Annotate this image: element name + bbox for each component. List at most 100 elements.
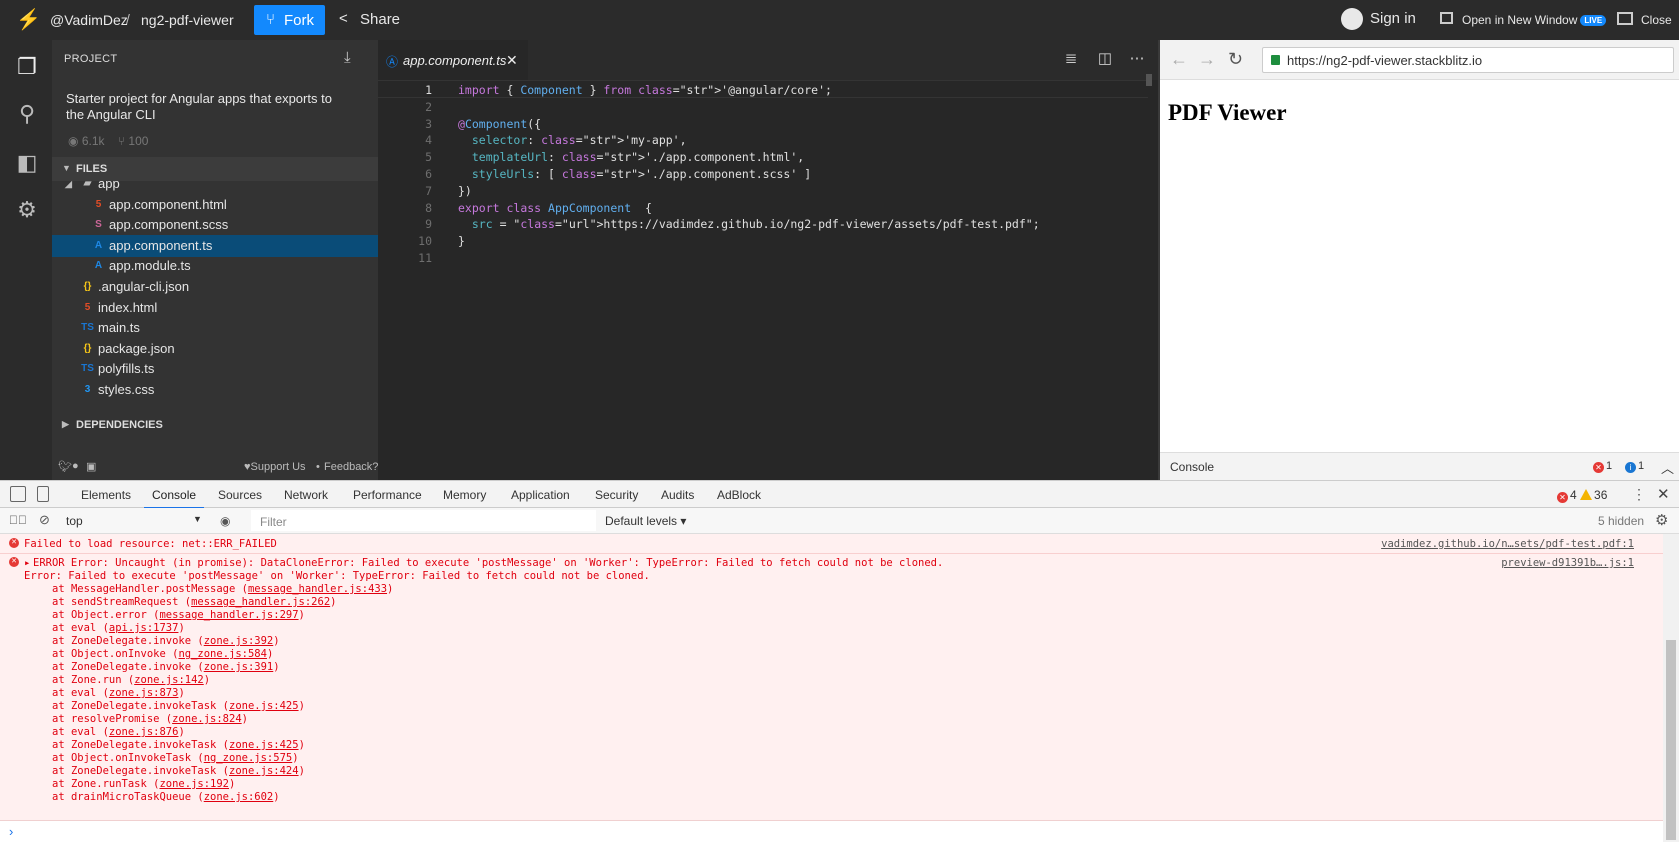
stack-location-link[interactable]: zone.js:392 xyxy=(204,635,274,647)
forward-icon[interactable]: → xyxy=(1198,49,1216,70)
settings-icon[interactable]: ⚙ xyxy=(14,197,40,223)
share-button[interactable]: < Share xyxy=(339,10,400,28)
clear-console-icon[interactable]: ⊘ xyxy=(39,512,50,528)
chat-icon[interactable]: ▣ xyxy=(86,460,96,473)
stack-location-link[interactable]: ng_zone.js:575 xyxy=(204,752,293,764)
code-line[interactable]: src = "class="url">https://vadimdez.gith… xyxy=(458,217,1040,231)
live-expression-eye-icon[interactable]: ◉ xyxy=(220,514,230,528)
project-name[interactable]: ng2-pdf-viewer xyxy=(141,12,234,28)
scrollbar-thumb[interactable] xyxy=(1666,640,1676,840)
file-item[interactable]: 3 styles.css xyxy=(52,379,378,401)
file-item[interactable]: 5 index.html xyxy=(52,297,378,319)
more-options-icon[interactable]: ⋯ xyxy=(1128,50,1146,68)
expand-console-icon[interactable]: ︿ xyxy=(1661,458,1674,477)
stack-location-link[interactable]: zone.js:602 xyxy=(204,791,274,803)
code-line[interactable]: templateUrl: class="str">'./app.componen… xyxy=(458,150,804,164)
back-icon[interactable]: ← xyxy=(1170,49,1188,70)
caret-down-icon: ◢ xyxy=(65,179,72,189)
code-line[interactable]: }) xyxy=(458,184,472,198)
search-icon[interactable]: ⚲ xyxy=(14,101,40,127)
code-line[interactable]: } xyxy=(458,234,465,248)
devtools-tab-application[interactable]: Application xyxy=(511,488,570,502)
stack-location-link[interactable]: message_handler.js:297 xyxy=(159,609,298,621)
devtools-menu-icon[interactable]: ⋮ xyxy=(1632,486,1646,503)
devtools-tab-performance[interactable]: Performance xyxy=(353,488,422,502)
code-line[interactable]: import { Component } from class="str">'@… xyxy=(458,83,832,97)
message-source-link[interactable]: vadimdez.github.io/n…sets/pdf-test.pdf:1 xyxy=(1381,538,1634,551)
devtools-tab-memory[interactable]: Memory xyxy=(443,488,486,502)
sign-in-button[interactable]: Sign in xyxy=(1341,8,1416,30)
stack-location-link[interactable]: zone.js:391 xyxy=(204,661,274,673)
twitter-icon[interactable]: 🐦︎ xyxy=(58,460,72,473)
file-item[interactable]: TS main.ts xyxy=(52,317,378,339)
devtools-tab-audits[interactable]: Audits xyxy=(661,488,694,502)
console-prompt[interactable]: › xyxy=(0,820,1663,842)
code-area[interactable]: 1 2 3 4 5 6 7 8 9 10 11 import { Component } from … xyxy=(378,74,1158,480)
stack-location-link[interactable]: zone.js:425 xyxy=(229,739,299,751)
console-filter-input[interactable]: Filter xyxy=(251,510,596,531)
console-settings-icon[interactable]: ⚙ xyxy=(1655,511,1668,529)
console-scrollbar[interactable] xyxy=(1663,534,1679,842)
stack-location-link[interactable]: zone.js:425 xyxy=(229,700,299,712)
stack-location-link[interactable]: zone.js:873 xyxy=(109,687,179,699)
file-item[interactable]: {} .angular-cli.json xyxy=(52,276,378,298)
log-levels-dropdown[interactable]: Default levels ▾ xyxy=(605,514,686,528)
devtools-tab-console[interactable]: Console xyxy=(143,488,205,509)
close-tab-icon[interactable]: ✕ xyxy=(506,52,518,69)
devtools-close-icon[interactable]: ✕ xyxy=(1657,485,1670,503)
device-toolbar-icon[interactable] xyxy=(37,486,49,502)
stack-location-link[interactable]: zone.js:142 xyxy=(134,674,204,686)
message-text[interactable]: ERROR Error: Uncaught (in promise): Data… xyxy=(33,557,943,570)
tab-app-component-ts[interactable]: Ⓐ app.component.ts ✕ xyxy=(378,40,528,80)
context-selector[interactable]: top ▼ xyxy=(66,514,206,528)
download-icon[interactable]: ⤓ xyxy=(344,49,351,66)
code-line[interactable]: @Component({ xyxy=(458,117,541,131)
stack-location-link[interactable]: message_handler.js:433 xyxy=(248,583,387,595)
devtools-tab-security[interactable]: Security xyxy=(595,488,638,502)
stack-location-link[interactable]: zone.js:876 xyxy=(109,726,179,738)
stack-location-link[interactable]: message_handler.js:262 xyxy=(191,596,330,608)
files-icon[interactable]: ❐ xyxy=(14,54,40,80)
github-small-icon[interactable]: ● xyxy=(72,460,79,472)
close-preview-button[interactable]: Close xyxy=(1617,12,1672,27)
devtools-tab-elements[interactable]: Elements xyxy=(81,488,131,502)
file-item[interactable]: TS polyfills.ts xyxy=(52,358,378,380)
inspect-element-icon[interactable] xyxy=(10,486,26,502)
stack-location-link[interactable]: zone.js:424 xyxy=(229,765,299,777)
stack-location-link[interactable]: ng_zone.js:584 xyxy=(178,648,267,660)
views-icon: ◉ xyxy=(68,134,79,148)
stackblitz-logo-icon[interactable]: ⚡ xyxy=(16,9,41,31)
reload-icon[interactable]: ↻ xyxy=(1228,49,1243,70)
stack-location-link[interactable]: zone.js:192 xyxy=(159,778,229,790)
code-line[interactable]: selector: class="str">'my-app', xyxy=(458,133,687,147)
devtools-tab-network[interactable]: Network xyxy=(284,488,328,502)
error-icon: ✕ xyxy=(9,557,19,567)
support-us-link[interactable]: ♥Support Us xyxy=(244,461,306,473)
stack-location-link[interactable]: zone.js:824 xyxy=(172,713,242,725)
devtools-tab-sources[interactable]: Sources xyxy=(218,488,262,502)
file-item[interactable]: 5 app.component.html xyxy=(52,194,378,216)
sidebar-toggle-icon[interactable]: ▶⃞ xyxy=(9,513,27,527)
dependencies-section-header[interactable]: ▶ DEPENDENCIES xyxy=(52,413,378,437)
code-line[interactable]: export class AppComponent { xyxy=(458,201,652,215)
stack-location-link[interactable]: api.js:1737 xyxy=(109,622,179,634)
preview-url-bar[interactable]: https://ng2-pdf-viewer.stackblitz.io xyxy=(1262,47,1674,73)
devtools-issue-counts[interactable]: ✕ 4 36 xyxy=(1557,488,1607,503)
devtools-tab-adblock[interactable]: AdBlock xyxy=(717,488,761,502)
file-item[interactable]: Sapp.component.scss xyxy=(52,214,378,236)
file-item[interactable]: Aapp.component.ts xyxy=(52,234,378,257)
extensions-icon[interactable]: ◧ xyxy=(14,150,40,176)
open-new-window-button[interactable]: Open in New Window LIVE xyxy=(1440,12,1607,27)
code-line[interactable]: styleUrls: [ class="str">'./app.componen… xyxy=(458,167,811,181)
fork-button[interactable]: ⑂ Fork xyxy=(254,5,325,35)
expand-message-arrow-icon[interactable]: ▸ xyxy=(24,557,30,570)
file-item[interactable]: Aapp.module.ts xyxy=(52,255,378,277)
message-source-link[interactable]: preview-d91391b….js:1 xyxy=(1501,557,1634,570)
file-item[interactable]: ◢ ▰ app xyxy=(52,173,378,195)
format-icon[interactable]: ≣ xyxy=(1062,50,1080,68)
file-item[interactable]: {} package.json xyxy=(52,338,378,360)
feedback-link[interactable]: Feedback? xyxy=(324,461,378,473)
split-editor-icon[interactable]: ◫ xyxy=(1096,50,1114,68)
preview-console-bar[interactable]: Console ✕ 1 i1 ︿ xyxy=(1160,452,1679,480)
owner-link[interactable]: @VadimDez xyxy=(50,12,128,28)
